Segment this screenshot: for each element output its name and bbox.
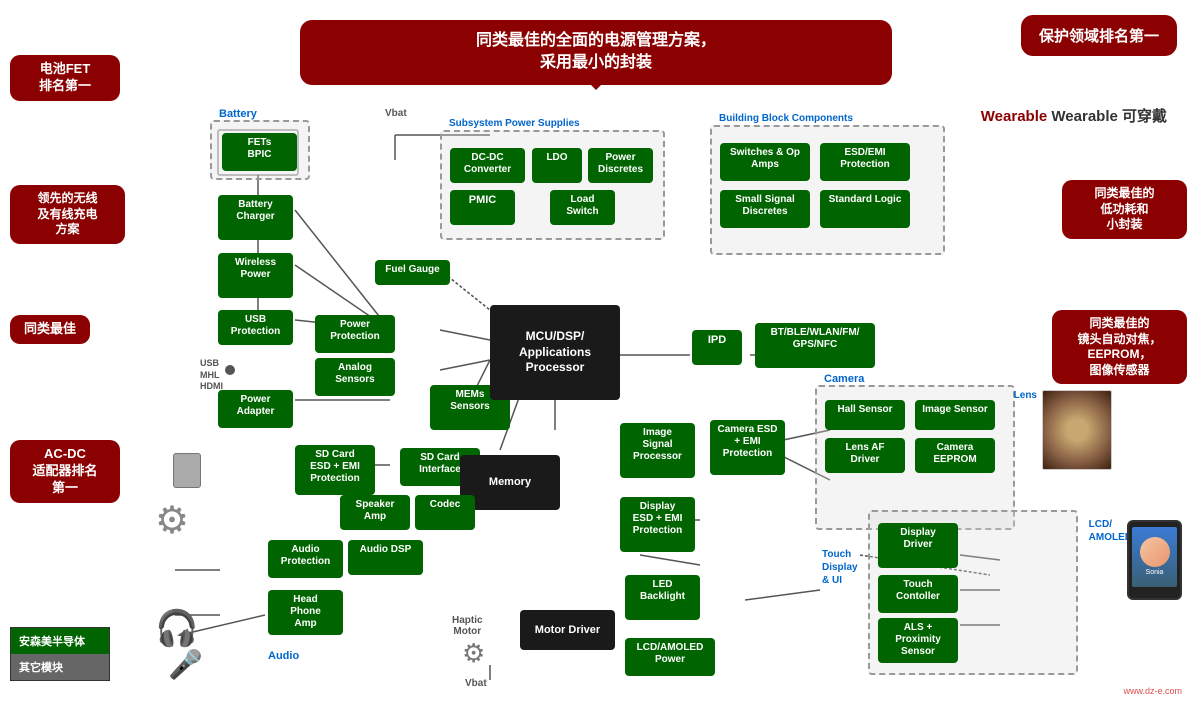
camera-eeprom-box: CameraEEPROM <box>915 438 995 473</box>
ipd-box: IPD <box>692 330 742 365</box>
touch-display-label: TouchDisplay& UI <box>822 548 858 587</box>
usb-protection-box: USBProtection <box>218 310 293 345</box>
small-signal-discretes-box: Small Signal Discretes <box>720 190 810 228</box>
usb-connector-dot <box>225 365 235 375</box>
subsystem-label: Subsystem Power Supplies <box>447 118 582 129</box>
analog-sensors-box: AnalogSensors <box>315 358 395 396</box>
switches-op-amps-box: Switches & Op Amps <box>720 143 810 181</box>
legend-box: 安森美半导体 其它模块 <box>10 627 110 681</box>
wireless-wired-bubble: 领先的无线及有线充电方案 <box>10 185 125 244</box>
esd-emi-protection-box: ESD/EMI Protection <box>820 143 910 181</box>
vbat-bottom-label: Vbat <box>465 678 487 689</box>
audio-label: Audio <box>268 650 299 662</box>
top-right-banner: 保护领域排名第一 <box>1021 15 1177 56</box>
memory-box: Memory <box>460 455 560 510</box>
low-power-bubble: 同类最佳的低功耗和小封装 <box>1062 180 1187 239</box>
gear-icon: ⚙ <box>155 498 189 543</box>
battery-charger-box: BatteryCharger <box>218 195 293 240</box>
power-discretes-box: Power Discretes <box>588 148 653 183</box>
building-block-label: Building Block Components <box>717 113 855 124</box>
vbat-top-label: Vbat <box>385 108 407 119</box>
audio-protection-box: AudioProtection <box>268 540 343 578</box>
mcu-dsp-box: MCU/DSP/ApplicationsProcessor <box>490 305 620 400</box>
headphone-icon: 🎧 <box>155 608 199 649</box>
lens-label: Lens <box>1014 390 1037 401</box>
camera-container-label: Camera <box>822 373 866 385</box>
haptic-motor-label: HapticMotor <box>452 615 483 637</box>
best-in-class-bubble: 同类最佳 <box>10 315 90 344</box>
sd-card-icon <box>173 453 201 488</box>
image-sensor-box: Image Sensor <box>915 400 995 430</box>
fets-bpic-box: FETsBPIC <box>222 133 297 171</box>
legend-item-1: 安森美半导体 <box>11 628 109 654</box>
als-proximity-box: ALS +ProximitySensor <box>878 618 958 663</box>
led-backlight-box: LEDBacklight <box>625 575 700 620</box>
ac-dc-bubble: AC-DC适配器排名第一 <box>10 440 120 503</box>
legend-item-2: 其它模块 <box>11 654 109 680</box>
camera-esd-box: Camera ESD+ EMIProtection <box>710 420 785 475</box>
hall-sensor-box: Hall Sensor <box>825 400 905 430</box>
dc-dc-converter-box: DC-DC Converter <box>450 148 525 183</box>
audio-dsp-box: Audio DSP <box>348 540 423 575</box>
touch-controller-box: TouchContoller <box>878 575 958 613</box>
phone-display-image: Sonia <box>1127 520 1182 600</box>
battery-label: Battery <box>217 108 259 120</box>
bt-ble-box: BT/BLE/WLAN/FM/GPS/NFC <box>755 323 875 368</box>
fuel-gauge-box: Fuel Gauge <box>375 260 450 285</box>
speaker-amp-box: SpeakerAmp <box>340 495 410 530</box>
watermark: www.dz-e.com <box>1123 686 1182 696</box>
lens-af-driver-box: Lens AFDriver <box>825 438 905 473</box>
wireless-power-box: WirelessPower <box>218 253 293 298</box>
main-container: 同类最佳的全面的电源管理方案，采用最小的封装 保护领域排名第一 Wearable… <box>0 0 1192 701</box>
lcd-amoled-right-label: LCD/AMOLED <box>1089 518 1132 544</box>
display-esd-box: DisplayESD + EMIProtection <box>620 497 695 552</box>
wearable-label: Wearable Wearable 可穿戴 <box>981 105 1167 126</box>
sd-card-esd-box: SD CardESD + EMIProtection <box>295 445 375 495</box>
display-driver-box: DisplayDriver <box>878 523 958 568</box>
motor-driver-box: Motor Driver <box>520 610 615 650</box>
lcd-amoled-power-box: LCD/AMOLEDPower <box>625 638 715 676</box>
image-signal-box: ImageSignalProcessor <box>620 423 695 478</box>
camera-image <box>1042 390 1112 470</box>
power-protection-box: PowerProtection <box>315 315 395 353</box>
power-adapter-box: PowerAdapter <box>218 390 293 428</box>
standard-logic-box: Standard Logic <box>820 190 910 228</box>
head-phone-amp-box: HeadPhoneAmp <box>268 590 343 635</box>
mic-icon: 🎤 <box>168 648 203 681</box>
pmic-box: PMIC <box>450 190 515 225</box>
load-switch-box: Load Switch <box>550 190 615 225</box>
battery-fet-bubble: 电池FET排名第一 <box>10 55 120 101</box>
top-center-banner: 同类最佳的全面的电源管理方案，采用最小的封装 <box>300 20 892 85</box>
motor-icon: ⚙ <box>462 638 485 669</box>
ldo-box: LDO <box>532 148 582 183</box>
codec-box: Codec <box>415 495 475 530</box>
lens-af-bubble: 同类最佳的镜头自动对焦，EEPROM，图像传感器 <box>1052 310 1187 384</box>
usb-mhl-hdmi-label: USBMHLHDMI <box>200 358 223 393</box>
